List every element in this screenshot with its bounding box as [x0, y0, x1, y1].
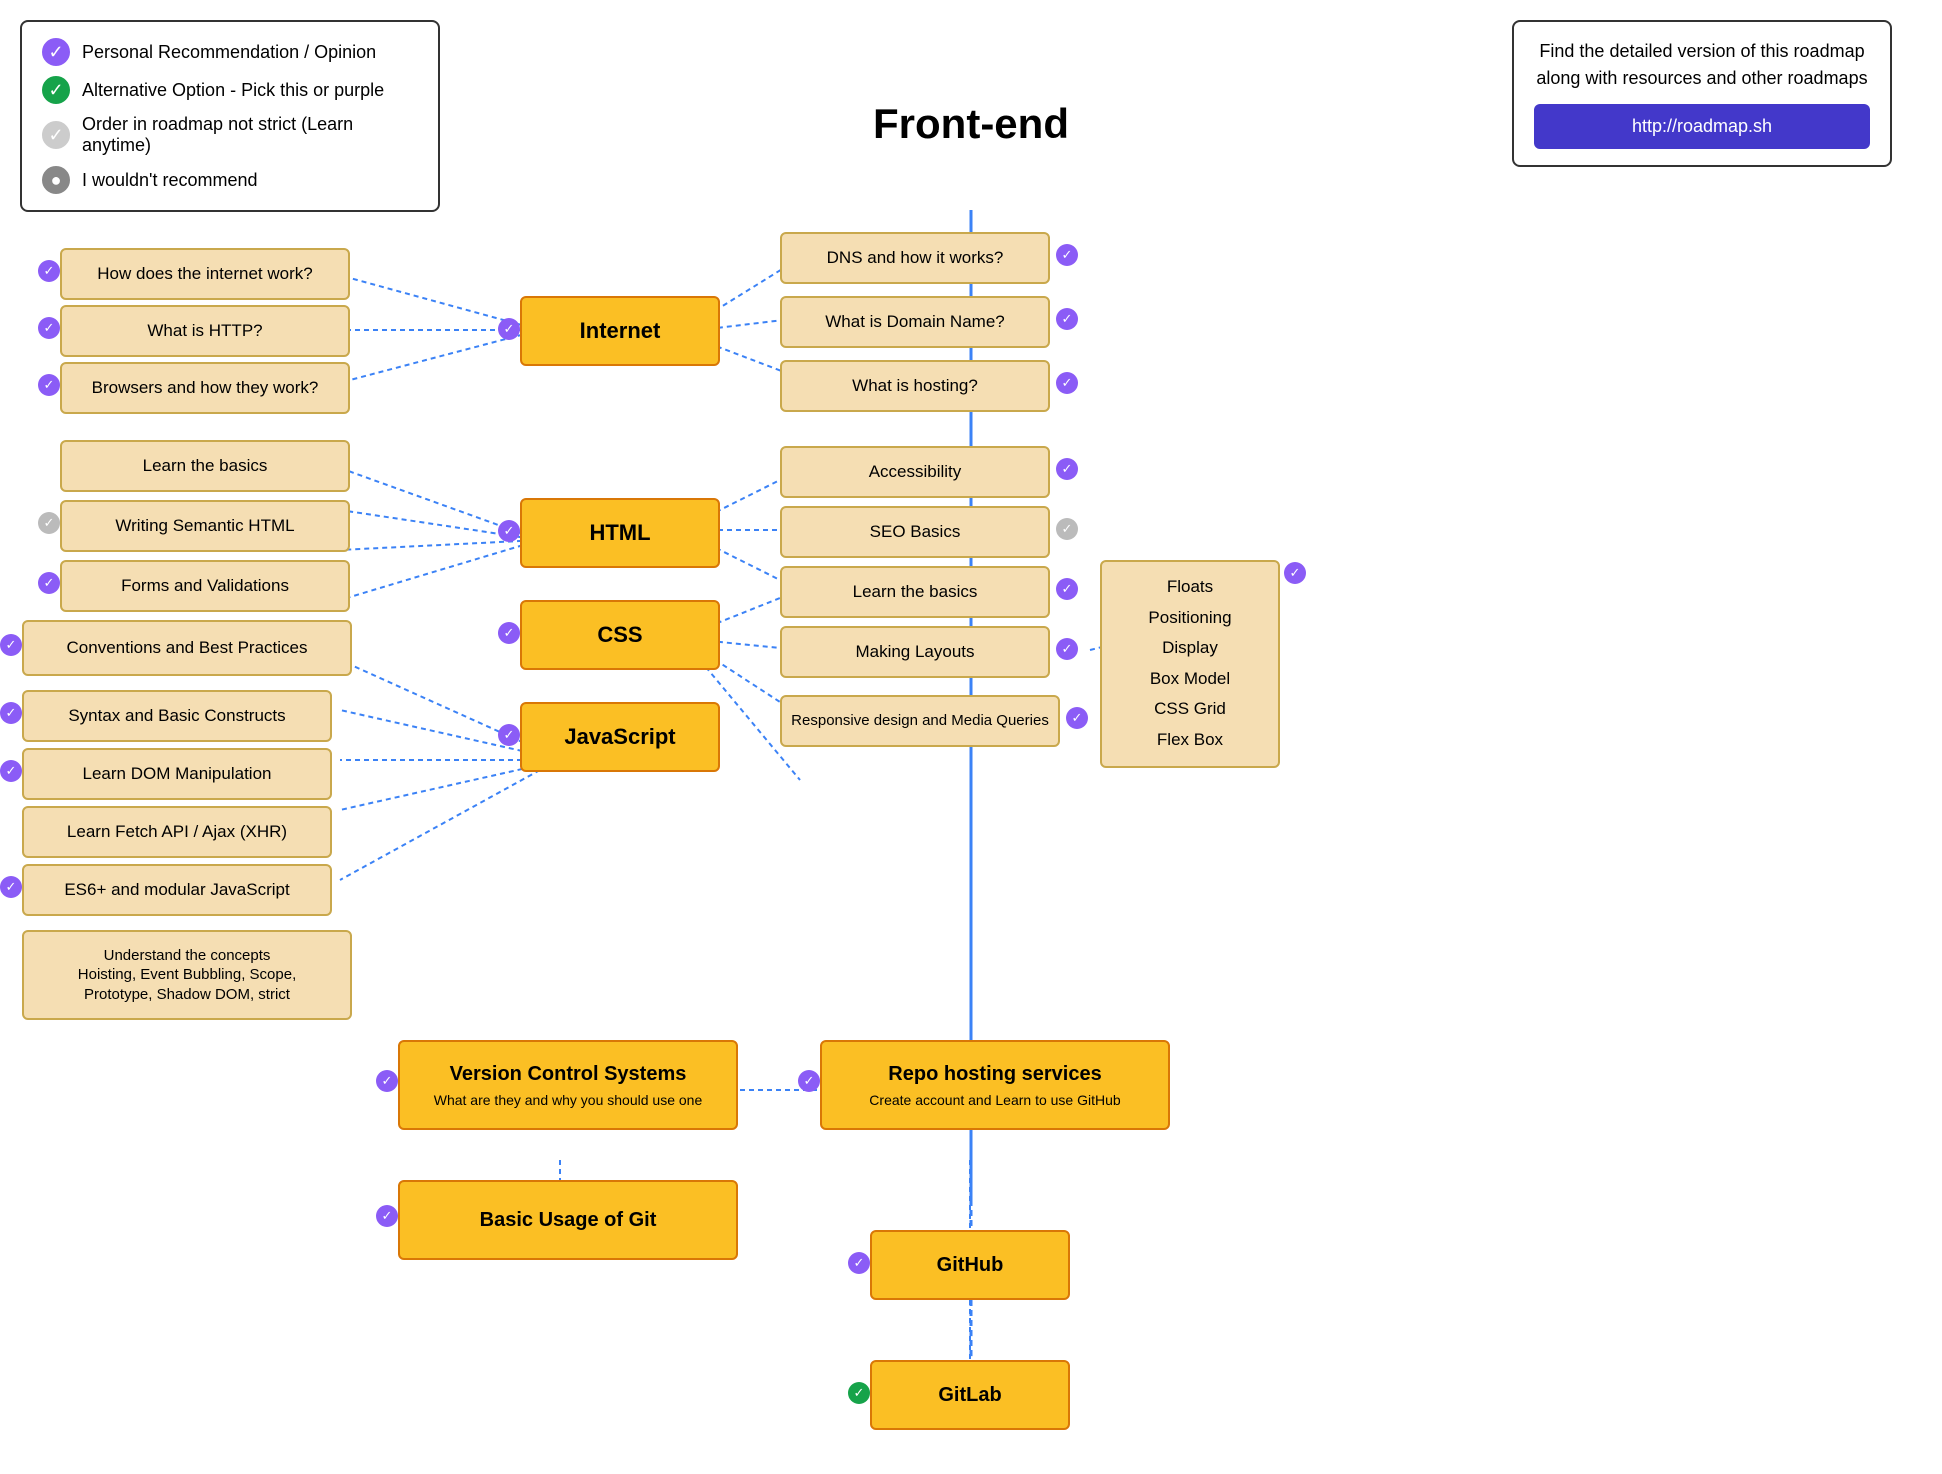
- badge-how-internet: ✓: [38, 260, 60, 282]
- badge-syntax: ✓: [0, 702, 22, 724]
- legend-icon-gray-dark: ●: [42, 166, 70, 194]
- node-html-basics: Learn the basics: [60, 440, 350, 492]
- node-vcs: Version Control Systems What are they an…: [398, 1040, 738, 1130]
- legend-label-green: Alternative Option - Pick this or purple: [82, 80, 384, 101]
- legend-item-gray-light: ✓ Order in roadmap not strict (Learn any…: [42, 114, 418, 156]
- float-item-positioning: Positioning: [1118, 603, 1262, 634]
- node-es6: ES6+ and modular JavaScript: [22, 864, 332, 916]
- node-forms: Forms and Validations: [60, 560, 350, 612]
- badge-dom: ✓: [0, 760, 22, 782]
- node-github: GitHub: [870, 1230, 1070, 1300]
- node-conventions: Conventions and Best Practices: [22, 620, 352, 676]
- info-box: Find the detailed version of this roadma…: [1512, 20, 1892, 167]
- legend-label-gray-light: Order in roadmap not strict (Learn anyti…: [82, 114, 418, 156]
- badge-css-center: ✓: [498, 622, 520, 644]
- node-gitlab: GitLab: [870, 1360, 1070, 1430]
- node-concepts: Understand the conceptsHoisting, Event B…: [22, 930, 352, 1020]
- float-item-boxmodel: Box Model: [1118, 664, 1262, 695]
- float-item-flexbox: Flex Box: [1118, 725, 1262, 756]
- badge-repo: ✓: [798, 1070, 820, 1092]
- badge-github: ✓: [848, 1252, 870, 1274]
- float-item-cssgrid: CSS Grid: [1118, 694, 1262, 725]
- badge-vcs: ✓: [376, 1070, 398, 1092]
- badge-html-center: ✓: [498, 520, 520, 542]
- float-item-display: Display: [1118, 633, 1262, 664]
- badge-hosting: ✓: [1056, 372, 1078, 394]
- info-text: Find the detailed version of this roadma…: [1534, 38, 1870, 92]
- node-repo: Repo hosting services Create account and…: [820, 1040, 1170, 1130]
- node-layouts: Making Layouts: [780, 626, 1050, 678]
- node-css: CSS: [520, 600, 720, 670]
- node-how-internet: How does the internet work?: [60, 248, 350, 300]
- badge-git: ✓: [376, 1205, 398, 1227]
- node-syntax: Syntax and Basic Constructs: [22, 690, 332, 742]
- node-semantic-html: Writing Semantic HTML: [60, 500, 350, 552]
- legend-item-green: ✓ Alternative Option - Pick this or purp…: [42, 76, 418, 104]
- page-title: Front-end: [873, 100, 1069, 148]
- badge-gitlab: ✓: [848, 1382, 870, 1404]
- badge-domain: ✓: [1056, 308, 1078, 330]
- node-git: Basic Usage of Git: [398, 1180, 738, 1260]
- node-seo: SEO Basics: [780, 506, 1050, 558]
- badge-http: ✓: [38, 317, 60, 339]
- legend-icon-gray-light: ✓: [42, 121, 70, 149]
- node-hosting: What is hosting?: [780, 360, 1050, 412]
- float-item-floats: Floats: [1118, 572, 1262, 603]
- legend-label-gray-dark: I wouldn't recommend: [82, 170, 258, 191]
- node-fetch: Learn Fetch API / Ajax (XHR): [22, 806, 332, 858]
- node-float-list: Floats Positioning Display Box Model CSS…: [1100, 560, 1280, 768]
- badge-accessibility: ✓: [1056, 458, 1078, 480]
- node-accessibility: Accessibility: [780, 446, 1050, 498]
- legend-label-purple: Personal Recommendation / Opinion: [82, 42, 376, 63]
- node-responsive: Responsive design and Media Queries: [780, 695, 1060, 747]
- node-domain: What is Domain Name?: [780, 296, 1050, 348]
- legend-box: ✓ Personal Recommendation / Opinion ✓ Al…: [20, 20, 440, 212]
- badge-layouts: ✓: [1056, 638, 1078, 660]
- legend-icon-purple: ✓: [42, 38, 70, 66]
- badge-float-list: ✓: [1284, 562, 1306, 584]
- badge-conventions: ✓: [0, 634, 22, 656]
- badge-es6: ✓: [0, 876, 22, 898]
- badge-browsers: ✓: [38, 374, 60, 396]
- badge-internet-center: ✓: [498, 318, 520, 340]
- badge-dns: ✓: [1056, 244, 1078, 266]
- badge-responsive: ✓: [1066, 707, 1088, 729]
- badge-forms: ✓: [38, 572, 60, 594]
- badge-seo: ✓: [1056, 518, 1078, 540]
- roadmap-link[interactable]: http://roadmap.sh: [1534, 104, 1870, 149]
- legend-item-gray-dark: ● I wouldn't recommend: [42, 166, 418, 194]
- node-http: What is HTTP?: [60, 305, 350, 357]
- node-html: HTML: [520, 498, 720, 568]
- node-internet: Internet: [520, 296, 720, 366]
- node-browsers: Browsers and how they work?: [60, 362, 350, 414]
- badge-js-center: ✓: [498, 724, 520, 746]
- legend-icon-green: ✓: [42, 76, 70, 104]
- badge-css-basics: ✓: [1056, 578, 1078, 600]
- badge-semantic-html: ✓: [38, 512, 60, 534]
- node-css-basics: Learn the basics: [780, 566, 1050, 618]
- node-javascript: JavaScript: [520, 702, 720, 772]
- legend-item-purple: ✓ Personal Recommendation / Opinion: [42, 38, 418, 66]
- node-dom: Learn DOM Manipulation: [22, 748, 332, 800]
- node-dns: DNS and how it works?: [780, 232, 1050, 284]
